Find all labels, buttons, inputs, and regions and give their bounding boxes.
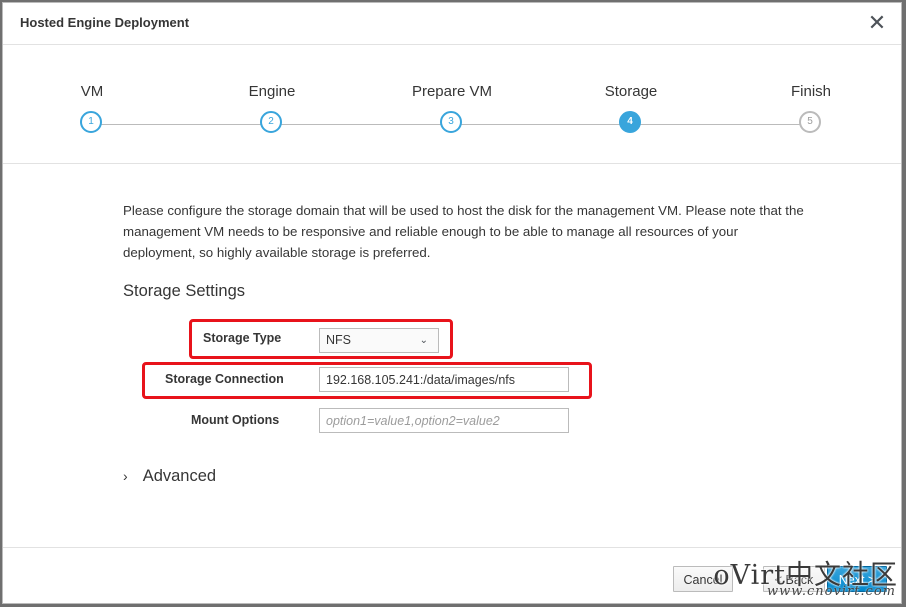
storage-type-highlight xyxy=(189,319,453,359)
advanced-toggle[interactable]: › Advanced xyxy=(123,467,216,486)
storage-intro-text: Please configure the storage domain that… xyxy=(123,203,804,260)
wizard-step-storage[interactable]: Storage 4 xyxy=(571,45,691,145)
wizard-steps: VM 1 Engine 2 Prepare VM 3 Storage 4 Fin… xyxy=(3,45,901,164)
close-icon[interactable]: ✕ xyxy=(867,11,887,35)
dialog-header: Hosted Engine Deployment ✕ xyxy=(3,3,901,45)
wizard-step-engine[interactable]: Engine 2 xyxy=(212,45,332,145)
mount-options-input[interactable] xyxy=(319,408,569,433)
wizard-step-finish: Finish 5 xyxy=(751,45,871,145)
step-number-circle: 1 xyxy=(80,111,102,133)
next-button[interactable]: Next > xyxy=(827,566,887,592)
step-number-circle: 5 xyxy=(799,111,821,133)
storage-settings-heading: Storage Settings xyxy=(123,282,245,300)
step-number-circle: 4 xyxy=(619,111,641,133)
step-label: Finish xyxy=(790,83,831,100)
chevron-right-icon: › xyxy=(123,468,128,484)
dialog-footer: Cancel < Back Next > xyxy=(3,547,901,603)
cancel-button[interactable]: Cancel xyxy=(673,566,733,592)
step-label: Prepare VM xyxy=(411,83,493,100)
wizard-step-prepare-vm[interactable]: Prepare VM 3 xyxy=(392,45,512,145)
back-button[interactable]: < Back xyxy=(763,566,825,592)
step-number-circle: 2 xyxy=(260,111,282,133)
step-label: Storage xyxy=(604,83,658,100)
step-number-circle: 3 xyxy=(440,111,462,133)
storage-connection-highlight xyxy=(142,362,592,399)
wizard-step-vm[interactable]: VM 1 xyxy=(32,45,152,145)
hosted-engine-deployment-dialog: Hosted Engine Deployment ✕ VM 1 Engine 2… xyxy=(2,2,902,604)
dialog-title: Hosted Engine Deployment xyxy=(20,15,190,30)
advanced-label: Advanced xyxy=(142,467,217,485)
step-label: Engine xyxy=(248,83,296,100)
mount-options-label: Mount Options xyxy=(191,413,280,427)
step-label: VM xyxy=(80,83,104,100)
